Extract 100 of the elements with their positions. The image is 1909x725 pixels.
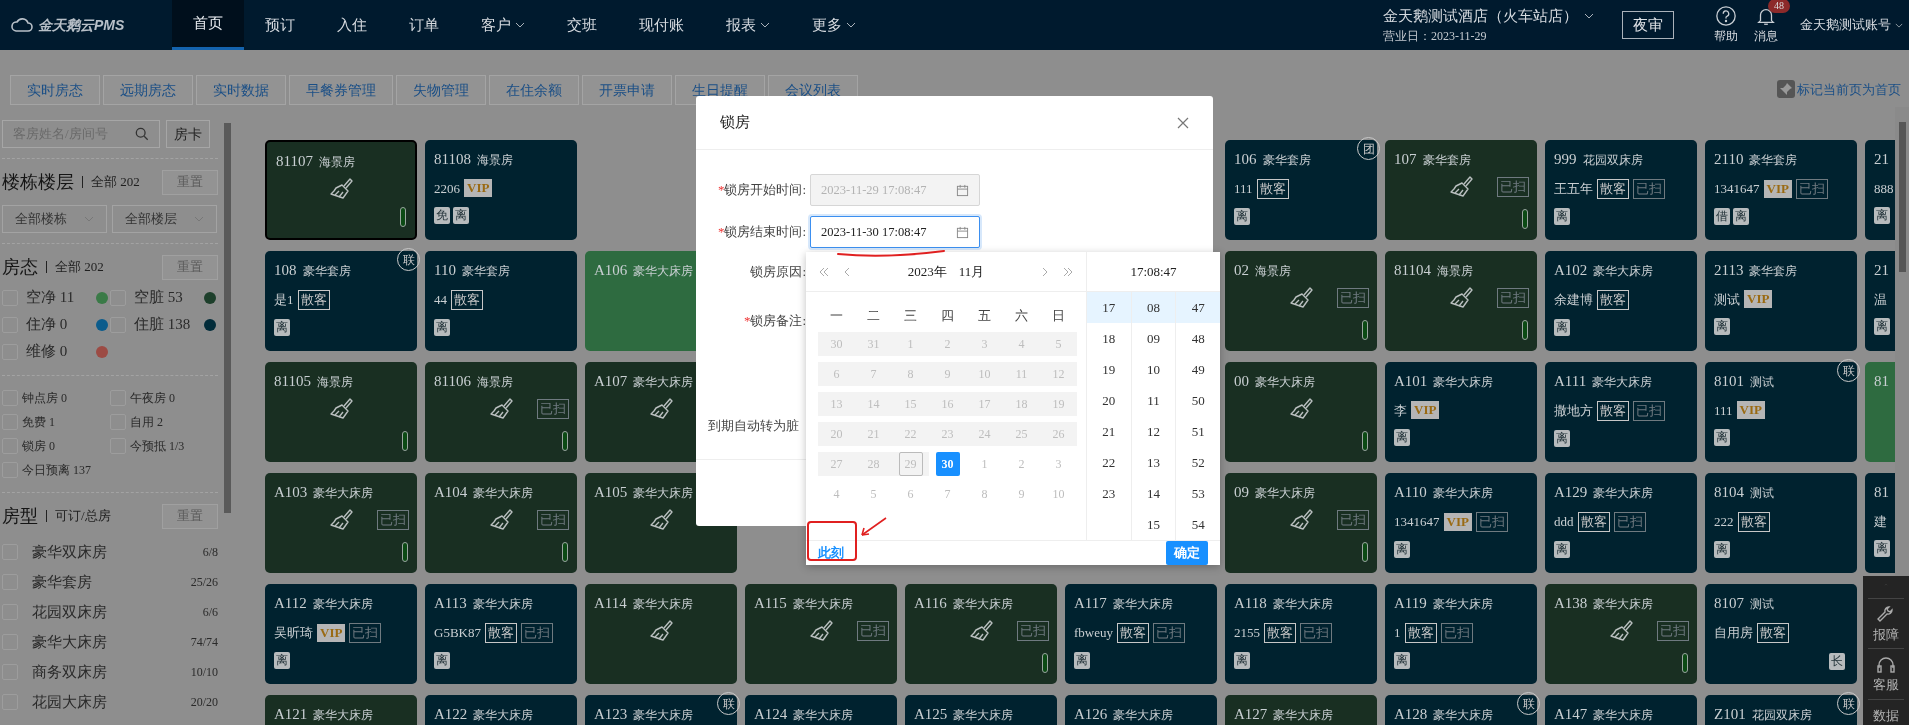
time-option[interactable]: 48 <box>1176 323 1220 354</box>
room-card[interactable]: A115 豪华大床房 已扫 <box>745 584 897 684</box>
room-card[interactable]: 999 花园双床房 王五年 散客 已扫 离 <box>1545 140 1697 240</box>
room-card[interactable]: A122 豪华大床房 <box>425 695 577 725</box>
room-card[interactable]: A110 豪华大床房 1341647 VIP 已扫 离 <box>1385 473 1537 573</box>
time-option[interactable]: 23 <box>1087 478 1131 509</box>
time-option[interactable]: 13 <box>1131 447 1176 478</box>
room-card[interactable]: 8104 测试 222 散客 离 <box>1705 473 1857 573</box>
room-card[interactable]: 81104 海景房 已扫 <box>1385 251 1537 351</box>
room-card-button[interactable]: 房卡 <box>166 120 210 148</box>
room-card[interactable]: A123 豪华大床房 联 <box>585 695 737 725</box>
nav-item[interactable]: 客户 <box>460 0 546 50</box>
room-card[interactable]: 81105 海景房 <box>265 362 417 462</box>
time-option[interactable]: 54 <box>1176 509 1220 540</box>
scrollbar-thumb[interactable] <box>1898 122 1906 272</box>
time-option[interactable]: 12 <box>1131 416 1176 447</box>
time-option[interactable]: 21 <box>1087 416 1131 447</box>
time-option[interactable]: 09 <box>1131 323 1176 354</box>
room-card[interactable]: A138 豪华大床房 已扫 <box>1545 584 1697 684</box>
sidebar-scrollbar[interactable] <box>224 123 231 513</box>
nav-item[interactable]: 预订 <box>244 0 316 50</box>
nav-item[interactable]: 订单 <box>388 0 460 50</box>
room-card[interactable]: 81107 海景房 <box>265 140 417 240</box>
room-card[interactable]: 00 豪华大床房 <box>1225 362 1377 462</box>
hotel-name[interactable]: 金天鹅测试酒店（火车站店） <box>1383 4 1578 28</box>
time-option[interactable]: 10 <box>1131 354 1176 385</box>
time-option[interactable]: 17 <box>1087 292 1131 323</box>
room-card[interactable]: A124 豪华大床房 <box>745 695 897 725</box>
room-card[interactable]: 81 <box>1865 362 1895 462</box>
help-button[interactable]: 帮助 <box>1714 5 1738 45</box>
time-option[interactable]: 18 <box>1087 323 1131 354</box>
room-card[interactable]: 81108 海景房 2206 VIP 免 离 <box>425 140 577 240</box>
room-card[interactable]: A125 豪华大床房 <box>905 695 1057 725</box>
room-card[interactable]: A103 豪华大床房 已扫 <box>265 473 417 573</box>
room-card[interactable]: 81106 海景房 已扫 <box>425 362 577 462</box>
room-card[interactable]: 110 豪华套房 44 散客 离 <box>425 251 577 351</box>
chevron-right-icon[interactable] <box>1042 266 1048 277</box>
room-card[interactable]: A114 豪华大床房 <box>585 584 737 684</box>
double-chevron-right-icon[interactable] <box>1062 266 1074 277</box>
room-card[interactable]: A112 豪华大床房 吴昕琦 VIP 已扫 离 <box>265 584 417 684</box>
room-card[interactable]: 02 海景房 已扫 <box>1225 251 1377 351</box>
nav-item[interactable]: 现付账 <box>618 0 705 50</box>
nav-item[interactable]: 入住 <box>316 0 388 50</box>
month-selector[interactable]: 11月 <box>958 261 985 282</box>
room-card[interactable]: A113 豪华大床房 G5BK87 散客 已扫 离 <box>425 584 577 684</box>
time-option[interactable]: 52 <box>1176 447 1220 478</box>
room-card[interactable]: 108 豪华套房 是1 散客 离 联 <box>265 251 417 351</box>
room-card[interactable]: A118 豪华大床房 2155 散客 已扫 离 <box>1225 584 1377 684</box>
room-card[interactable]: A116 豪华大床房 已扫 <box>905 584 1057 684</box>
room-card[interactable]: 21 888 离 <box>1865 140 1895 240</box>
account-name[interactable]: 金天鹅测试账号 <box>1800 15 1891 35</box>
time-option[interactable]: 11 <box>1131 385 1176 416</box>
room-card[interactable]: A126 豪华大床房 <box>1065 695 1217 725</box>
time-option[interactable]: 51 <box>1176 416 1220 447</box>
room-card[interactable]: 2113 豪华套房 测试 VIP 离 <box>1705 251 1857 351</box>
select-field[interactable]: 全部楼层 <box>112 205 217 233</box>
time-option[interactable]: 47 <box>1176 292 1220 323</box>
search-icon[interactable] <box>135 127 149 141</box>
time-option[interactable]: 20 <box>1087 385 1131 416</box>
room-card[interactable]: A101 豪华大床房 李 VIP 离 <box>1385 362 1537 462</box>
room-card[interactable]: 81 建 离 <box>1865 473 1895 573</box>
room-card[interactable]: Z101 花园双床房 联 <box>1705 695 1857 725</box>
date-input[interactable]: 2023-11-30 17:08:47 <box>810 216 980 248</box>
time-option[interactable]: 49 <box>1176 354 1220 385</box>
room-card[interactable]: 2110 豪华套房 1341647 VIP 已扫 借 离 <box>1705 140 1857 240</box>
room-card[interactable]: A129 豪华大床房 ddd 散客 已扫 离 <box>1545 473 1697 573</box>
room-card[interactable]: 8107 测试 自用房 散客 长 <box>1705 584 1857 684</box>
room-card[interactable]: A121 豪华大床房 <box>265 695 417 725</box>
time-option[interactable]: 53 <box>1176 478 1220 509</box>
room-card[interactable]: 09 豪华大床房 已扫 <box>1225 473 1377 573</box>
nav-item[interactable]: 首页 <box>172 0 244 50</box>
tool-button[interactable]: 报障 <box>1868 597 1904 644</box>
night-audit-button[interactable]: 夜审 <box>1622 11 1674 39</box>
time-option[interactable]: 15 <box>1131 509 1176 540</box>
room-card[interactable]: A119 豪华大床房 1 散客 已扫 离 <box>1385 584 1537 684</box>
select-field[interactable]: 全部楼栋 <box>2 205 107 233</box>
tool-button[interactable]: 数据 <box>1868 698 1904 725</box>
nav-item[interactable]: 交班 <box>546 0 618 50</box>
chevron-left-icon[interactable] <box>844 266 850 277</box>
room-card[interactable]: 8101 测试 111 VIP 离 联 <box>1705 362 1857 462</box>
time-option[interactable]: 08 <box>1131 292 1176 323</box>
room-card[interactable]: A111 豪华大床房 撒地方 散客 已扫 离 <box>1545 362 1697 462</box>
nav-item[interactable]: 更多 <box>791 0 877 50</box>
time-option[interactable]: 50 <box>1176 385 1220 416</box>
room-card[interactable]: A104 豪华大床房 已扫 <box>425 473 577 573</box>
room-card[interactable]: A147 豪华大床房 <box>1545 695 1697 725</box>
room-card[interactable]: A117 豪华大床房 fbweuy 散客 已扫 离 <box>1065 584 1217 684</box>
time-option[interactable]: 19 <box>1087 354 1131 385</box>
tool-button[interactable]: 客服 <box>1868 648 1904 695</box>
time-option[interactable]: 22 <box>1087 447 1131 478</box>
nav-item[interactable]: 报表 <box>705 0 791 50</box>
room-card[interactable]: A128 豪华大床房 联 <box>1385 695 1537 725</box>
room-card[interactable]: A127 豪华大床房 <box>1225 695 1377 725</box>
room-card[interactable]: 21 温 离 <box>1865 251 1895 351</box>
room-card[interactable]: 106 豪华套房 111 散客 离 团 <box>1225 140 1377 240</box>
time-option[interactable]: 14 <box>1131 478 1176 509</box>
double-chevron-left-icon[interactable] <box>818 266 830 277</box>
room-card[interactable]: A102 豪华大床房 余建博 散客 离 <box>1545 251 1697 351</box>
room-card[interactable]: 107 豪华套房 已扫 <box>1385 140 1537 240</box>
close-icon[interactable] <box>1177 116 1189 129</box>
